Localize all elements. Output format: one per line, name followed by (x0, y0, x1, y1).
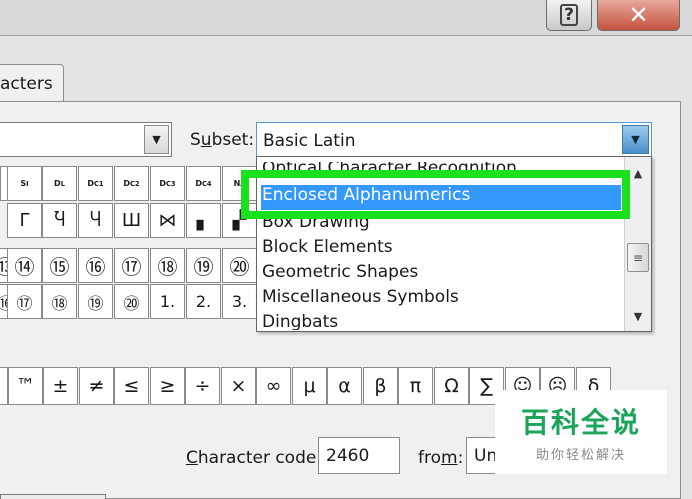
subset-option[interactable]: Dingbats (261, 312, 621, 330)
char-cell[interactable]: 3. (222, 284, 257, 319)
tab-characters[interactable]: acters (0, 64, 64, 102)
char-cell[interactable]: ⑱ (42, 284, 77, 319)
symbol-cell[interactable]: α (327, 367, 362, 405)
symbol-cell[interactable]: ≠ (79, 367, 114, 405)
grip-icon: ≡ (632, 250, 644, 265)
char-cell[interactable]: Ⴗ (78, 203, 113, 238)
char-cell[interactable]: DL (42, 166, 77, 201)
symbol-cell[interactable]: π (398, 367, 433, 405)
subset-option[interactable]: Block Elements (261, 237, 621, 262)
symbol-cell[interactable]: ™ (8, 367, 43, 405)
highlight-annotation (241, 170, 630, 219)
char-cell[interactable]: ▖ (186, 203, 221, 238)
char-cell[interactable]: SI (7, 166, 42, 201)
symbol-cell[interactable]: β (363, 367, 398, 405)
char-cell[interactable]: ⋈ (150, 203, 185, 238)
char-cell[interactable]: ⑰ (7, 284, 42, 319)
char-cell[interactable]: ⑳ (222, 248, 257, 283)
watermark-title: 百科全说 (520, 406, 641, 439)
subset-dropdown-arrow[interactable]: ▼ (622, 125, 649, 154)
symbol-cell[interactable] (0, 367, 8, 405)
from-label: from: (418, 448, 464, 468)
subset-select[interactable]: Basic Latin ▼ (256, 122, 652, 157)
symbol-cell[interactable]: ≥ (150, 367, 185, 405)
char-cell[interactable]: 1. (150, 284, 185, 319)
chevron-down-icon: ▼ (631, 133, 640, 146)
scroll-thumb[interactable]: ≡ (627, 243, 649, 272)
close-icon: ✕ (628, 1, 649, 29)
help-button[interactable]: ? (546, 0, 592, 31)
watermark-subtitle: 助你轻松解决 (535, 448, 626, 463)
char-cell[interactable]: ⑲ (186, 248, 221, 283)
symbol-cell[interactable]: μ (292, 367, 327, 405)
character-code-input[interactable]: 2460 (318, 437, 400, 474)
chevron-down-icon: ▼ (152, 133, 161, 146)
char-cell[interactable]: ⑰ (114, 248, 149, 283)
char-cell[interactable]: ⑯ (78, 248, 113, 283)
symbol-cell[interactable]: ÷ (185, 367, 220, 405)
char-cell[interactable]: Ⴏ (42, 203, 77, 238)
char-cell[interactable]: ⑮ (42, 248, 77, 283)
subset-label: Subset: (190, 130, 255, 150)
symbol-cell[interactable]: ≤ (114, 367, 149, 405)
subset-option[interactable]: Miscellaneous Symbols (261, 287, 621, 312)
symbol-cell[interactable]: ± (43, 367, 78, 405)
chevron-up-icon: ▲ (633, 167, 643, 180)
help-icon: ? (560, 4, 578, 26)
subset-value: Basic Latin (263, 131, 356, 151)
char-cell[interactable]: D C3 (150, 166, 185, 201)
chevron-down-icon: ▼ (633, 310, 643, 323)
watermark: 百科全说 助你轻松解决 (495, 390, 667, 474)
shortcut-key-button[interactable] (0, 494, 106, 499)
char-cell[interactable]: ⑱ (150, 248, 185, 283)
char-cell[interactable]: D C2 (114, 166, 149, 201)
char-cell[interactable]: ⑲ (78, 284, 113, 319)
tab-label: acters (0, 74, 53, 94)
character-code-label: Character code: (186, 448, 323, 468)
subset-option[interactable]: Geometric Shapes (261, 262, 621, 287)
char-cell[interactable]: ⑭ (7, 248, 42, 283)
char-cell[interactable]: ᒥ (7, 203, 42, 238)
char-cell[interactable]: D C1 (78, 166, 113, 201)
symbol-cell[interactable]: ∞ (256, 367, 291, 405)
char-cell[interactable]: ⑳ (114, 284, 149, 319)
char-cell[interactable]: D C4 (186, 166, 221, 201)
char-cell[interactable]: Ш (114, 203, 149, 238)
scroll-down-button[interactable]: ▼ (625, 304, 651, 329)
font-dropdown-arrow[interactable]: ▼ (144, 125, 169, 154)
symbol-cell[interactable]: × (221, 367, 256, 405)
char-cell[interactable]: 2. (186, 284, 221, 319)
close-button[interactable]: ✕ (597, 0, 680, 31)
font-select[interactable]: ▼ (0, 122, 172, 157)
symbol-cell[interactable]: Ω (434, 367, 469, 405)
